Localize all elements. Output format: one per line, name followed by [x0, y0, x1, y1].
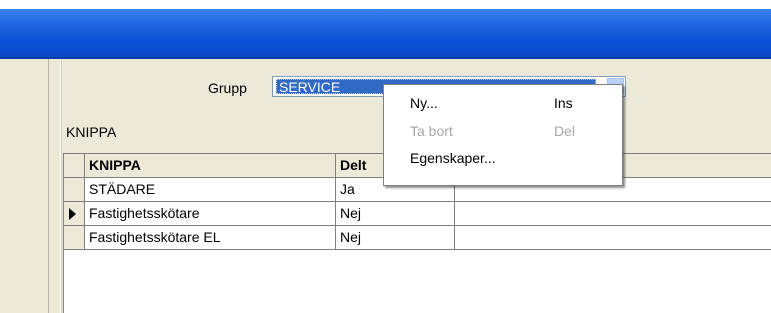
table-cell-empty — [455, 202, 771, 226]
window-title-bar[interactable] — [0, 9, 771, 57]
table-cell-empty — [455, 226, 771, 250]
table-cell-knippa[interactable]: STÄDARE — [85, 178, 336, 202]
menu-item-delete[interactable]: Ta bort Del — [384, 119, 622, 143]
menu-item-label: Ny... — [410, 95, 438, 111]
menu-item-shortcut: Del — [554, 123, 576, 139]
title-bar-border — [0, 57, 771, 59]
panel-divider — [48, 59, 49, 313]
table-cell-delt[interactable]: Nej — [336, 202, 455, 226]
table-cell-delt[interactable]: Nej — [336, 226, 455, 250]
row-selector[interactable] — [64, 226, 85, 250]
menu-item-label: Ta bort — [410, 123, 453, 139]
current-row-arrow-icon — [69, 208, 76, 220]
context-menu: Ny... Ins Ta bort Del Egenskaper... — [383, 84, 623, 186]
table-cell-knippa[interactable]: Fastighetsskötare EL — [85, 226, 336, 250]
menu-item-shortcut: Ins — [554, 95, 573, 111]
menu-item-label: Egenskaper... — [410, 150, 496, 166]
panel-divider-shadow — [61, 59, 62, 313]
table-cell-knippa[interactable]: Fastighetsskötare — [85, 202, 336, 226]
menu-item-new[interactable]: Ny... Ins — [384, 91, 622, 115]
group-label: Grupp — [208, 80, 247, 96]
grid-header-corner — [64, 154, 85, 178]
top-strip — [0, 0, 771, 9]
column-header-knippa[interactable]: KNIPPA — [85, 154, 336, 178]
row-selector[interactable] — [64, 178, 85, 202]
menu-item-properties[interactable]: Egenskaper... — [384, 146, 622, 170]
row-selector-current[interactable] — [64, 202, 85, 226]
grid-caption: KNIPPA — [66, 124, 117, 140]
left-panel — [0, 59, 48, 313]
